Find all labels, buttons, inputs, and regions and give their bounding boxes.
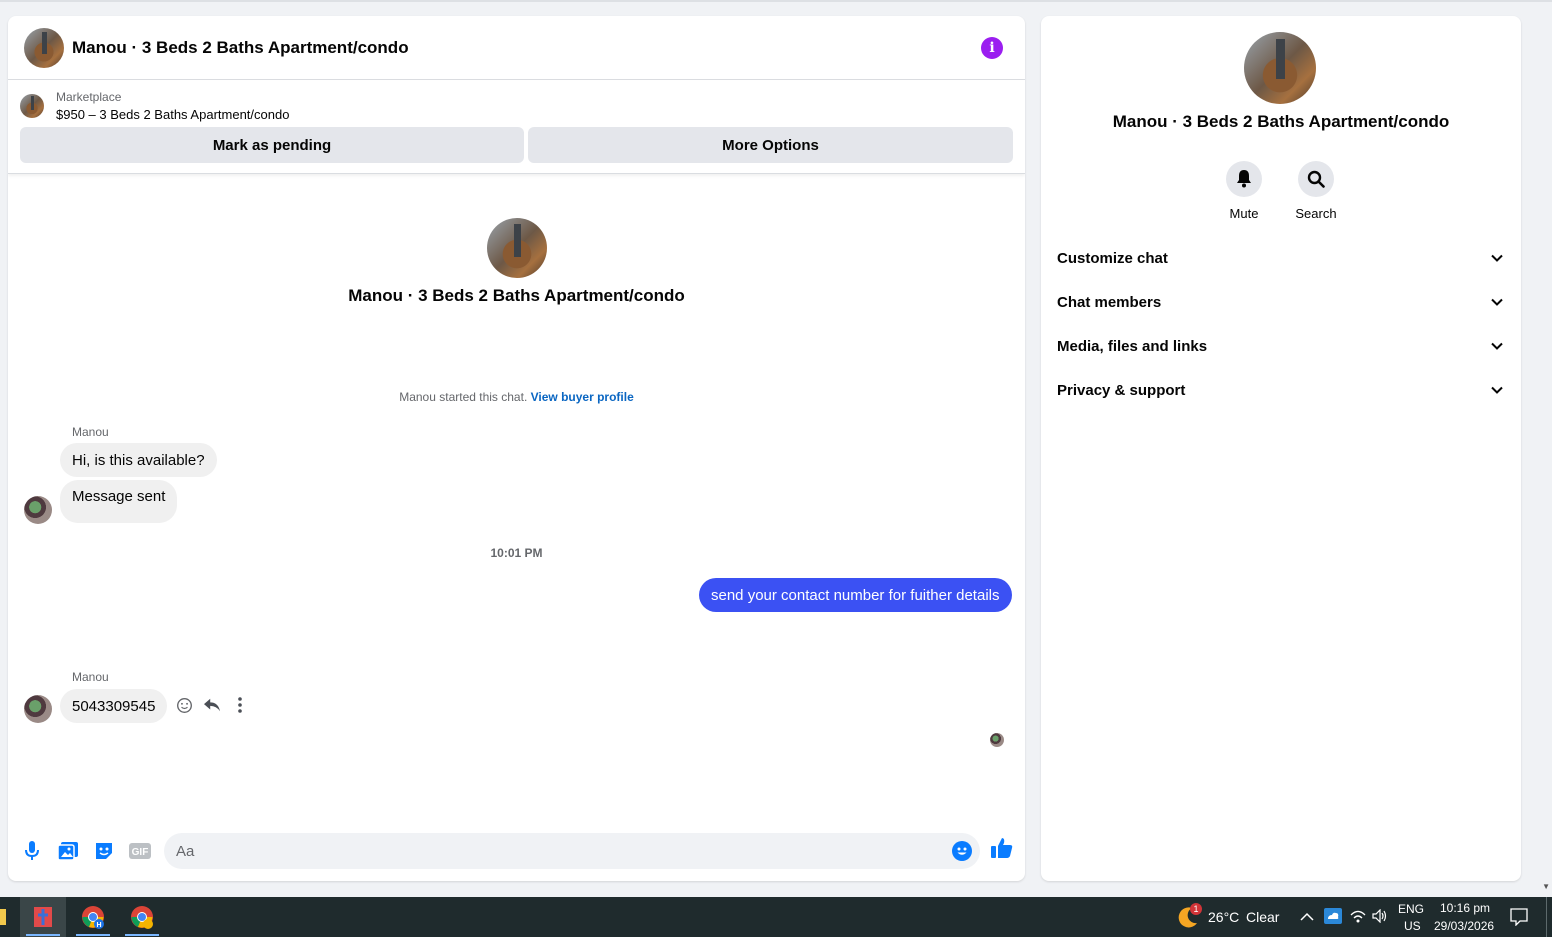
menu-item-label: Customize chat [1057,249,1168,267]
taskbar-app-tool[interactable] [20,897,66,937]
chat-header: Manou · 3 Beds 2 Baths Apartment/condo i [8,16,1025,80]
file-explorer-icon[interactable] [0,909,6,925]
taskbar-chrome[interactable] [119,897,165,937]
privacy-support-item[interactable]: Privacy & support [1057,368,1505,412]
view-buyer-profile-link[interactable]: View buyer profile [531,390,634,404]
search-label: Search [1295,206,1337,221]
microphone-icon[interactable] [18,837,46,865]
reply-icon[interactable] [202,695,222,715]
app-tool-icon [34,907,52,927]
top-border [0,0,1552,2]
volume-icon[interactable] [1372,908,1388,928]
chevron-down-icon [1491,254,1503,262]
chrome-icon [131,906,153,929]
region-indicator[interactable]: US [1404,919,1421,933]
outgoing-message[interactable]: send your contact number for fuither det… [699,578,1012,612]
clock-date[interactable]: 29/03/2026 [1434,919,1494,933]
menu-item-label: Chat members [1057,293,1162,311]
scrollbar-down-arrow[interactable]: ▼ [1542,882,1550,891]
sender-name: Manou [72,425,109,439]
customize-chat-item[interactable]: Customize chat [1057,236,1505,280]
profile-name: Manou · 3 Beds 2 Baths Apartment/condo [1112,112,1450,131]
cloud-icon[interactable] [1324,908,1342,929]
started-text: Manou started this chat. [399,390,528,404]
show-desktop-divider[interactable] [1546,897,1547,937]
svg-text:GIF: GIF [132,847,149,858]
weather-temperature[interactable]: 26°C [1208,909,1239,925]
incoming-message[interactable]: Message sent [60,480,178,523]
intro-avatar[interactable] [486,218,547,278]
chevron-up-icon[interactable] [1300,909,1314,927]
sender-avatar[interactable] [24,496,52,524]
chat-avatar[interactable] [24,27,64,68]
weather-icon[interactable]: 1 [1176,903,1202,929]
react-icon[interactable] [174,695,194,715]
message-input-placeholder: Aa [176,842,195,860]
bell-icon[interactable] [1226,161,1262,197]
more-vertical-icon[interactable] [230,695,250,715]
listing-title[interactable]: $950 – 3 Beds 2 Baths Apartment/condo [56,107,289,122]
sender-name: Manou [72,670,109,684]
chrome-icon: H [82,906,104,929]
media-files-links-item[interactable]: Media, files and links [1057,324,1505,368]
read-receipt-avatar [990,733,1004,747]
composer-bar: GIF Aa [8,821,1025,881]
mute-action[interactable]: Mute [1214,161,1274,221]
message-input[interactable]: Aa [164,833,980,869]
info-icon[interactable]: i [981,36,1003,59]
menu-item-label: Privacy & support [1057,381,1186,399]
notification-center-icon[interactable] [1510,908,1528,931]
menu-item-label: Media, files and links [1057,337,1208,355]
marketplace-banner: Marketplace $950 – 3 Beds 2 Baths Apartm… [8,80,1025,174]
chevron-down-icon [1491,386,1503,394]
taskbar-chrome-profile-h[interactable]: H [70,897,116,937]
mark-as-pending-button[interactable]: Mark as pending [20,127,524,163]
timestamp-separator: 10:01 PM [490,546,543,560]
thumbs-up-icon[interactable] [991,837,1015,861]
weather-badge: 1 [1190,903,1202,915]
language-indicator[interactable]: ENG [1398,902,1424,916]
chevron-down-icon [1491,298,1503,306]
weather-condition[interactable]: Clear [1246,909,1279,925]
profile-avatar[interactable] [1244,32,1316,104]
chat-title[interactable]: Manou · 3 Beds 2 Baths Apartment/condo [72,38,409,58]
sticker-icon[interactable] [90,837,118,865]
more-options-button[interactable]: More Options [528,127,1013,163]
mute-label: Mute [1229,206,1259,221]
conversation-intro: Manou · 3 Beds 2 Baths Apartment/condo [8,218,1025,306]
chat-info-panel: Manou · 3 Beds 2 Baths Apartment/condo M… [1041,16,1521,881]
intro-name: Manou · 3 Beds 2 Baths Apartment/condo [348,286,685,305]
search-action[interactable]: Search [1286,161,1346,221]
chat-members-item[interactable]: Chat members [1057,280,1505,324]
chevron-down-icon [1491,342,1503,350]
svg-text:H: H [96,922,101,929]
chat-panel: Manou · 3 Beds 2 Baths Apartment/condo i… [8,16,1025,881]
clock-time[interactable]: 10:16 pm [1440,901,1490,915]
chat-started-notice: Manou started this chat. View buyer prof… [8,390,1025,404]
sender-avatar[interactable] [24,695,52,723]
photo-icon[interactable] [54,837,82,865]
marketplace-label: Marketplace [56,90,122,104]
gif-icon[interactable]: GIF [126,837,154,865]
incoming-message[interactable]: Hi, is this available? [60,443,217,477]
search-icon[interactable] [1298,161,1334,197]
wifi-icon[interactable] [1350,909,1366,928]
listing-thumbnail[interactable] [20,94,44,118]
windows-taskbar: H 1 26°C Clear ENG US 10:16 pm 29/03/202… [0,897,1552,937]
incoming-message[interactable]: 5043309545 [60,689,168,723]
emoji-icon[interactable] [952,841,972,861]
